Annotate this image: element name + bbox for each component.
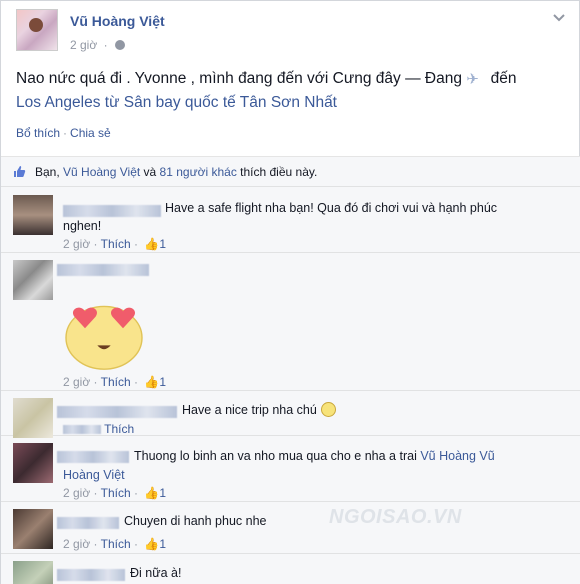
comment-text: Have a safe flight nha bạn! Qua đó đi ch… xyxy=(165,201,498,215)
commenter-avatar[interactable] xyxy=(13,398,53,438)
other-likers-link[interactable]: 81 người khác xyxy=(160,165,237,179)
thumbs-up-icon: 👍 xyxy=(144,486,160,500)
commenter-name-blurred[interactable] xyxy=(57,264,149,276)
comment-item: Đi nữa à! xyxy=(1,555,580,584)
comment-item: Chuyen di hanh phuc nhe 2 giờ · Thích · … xyxy=(1,503,580,554)
comment-item: Have a safe flight nha bạn! Qua đó đi ch… xyxy=(1,187,580,253)
comment-time[interactable]: 2 giờ xyxy=(63,486,90,500)
comment-like-link[interactable]: Thích xyxy=(101,375,131,389)
thumbs-up-icon xyxy=(13,165,27,179)
like-action-link[interactable]: Bổ thích xyxy=(16,126,60,140)
comment-item: Thuong lo binh an va nho mua qua cho e n… xyxy=(1,437,580,502)
comment-meta: 2 giờ · Thích · 👍1 xyxy=(63,237,166,251)
comment-text: Chuyen di hanh phuc nhe xyxy=(124,514,267,528)
commenter-avatar[interactable] xyxy=(13,260,53,300)
comment-item: Have a nice trip nha chú Thích xyxy=(1,392,580,438)
comment-like-count[interactable]: 1 xyxy=(159,237,166,251)
commenter-name-blurred[interactable] xyxy=(57,451,129,463)
commenter-name-blurred[interactable] xyxy=(57,406,177,418)
comment-meta: Thích xyxy=(63,422,134,436)
globe-icon[interactable] xyxy=(114,40,125,50)
author-avatar[interactable] xyxy=(16,9,58,51)
comment-like-link[interactable]: Thích xyxy=(101,486,131,500)
heart-eyes-emoji xyxy=(65,305,143,370)
location-link[interactable]: Los Angeles từ Sân bay quốc tế Tân Sơn N… xyxy=(16,94,337,111)
post-time[interactable]: 2 giờ xyxy=(70,38,97,52)
comment-time-blurred xyxy=(63,425,101,434)
comment-like-link[interactable]: Thích xyxy=(101,237,131,251)
comment-text: Have a nice trip nha chú xyxy=(182,400,336,420)
comment-text-continued: nghen! xyxy=(63,219,102,233)
post-header: Vũ Hoàng Việt 2 giờ · xyxy=(16,9,566,57)
post-actions: Bổ thích · Chia sẻ xyxy=(16,126,111,140)
comment-like-link[interactable]: Thích xyxy=(104,422,134,436)
commenter-avatar[interactable] xyxy=(13,509,53,549)
comment-like-count[interactable]: 1 xyxy=(159,537,166,551)
commenter-avatar[interactable] xyxy=(13,443,53,483)
share-action-link[interactable]: Chia sẻ xyxy=(70,126,111,140)
post-meta: 2 giờ · xyxy=(70,38,125,52)
commenter-avatar[interactable] xyxy=(13,195,53,235)
comment-meta: 2 giờ · Thích · 👍1 xyxy=(63,537,166,551)
post-status-text: Nao nức quá đi . Yvonne , mình đang đến … xyxy=(16,70,517,111)
airplane-icon: ✈ xyxy=(466,71,479,88)
comment-meta: 2 giờ · Thích · 👍1 xyxy=(63,375,166,389)
watermark: NGOISAO.VN xyxy=(329,506,462,528)
commenter-name-blurred[interactable] xyxy=(57,517,119,529)
liker-name-link[interactable]: Vũ Hoàng Việt xyxy=(63,165,140,179)
thumbs-up-icon: 👍 xyxy=(144,537,160,551)
comment-meta: 2 giờ · Thích · 👍1 xyxy=(63,486,166,500)
thumbs-up-icon: 👍 xyxy=(144,237,160,251)
likes-text: Bạn, Vũ Hoàng Việt và 81 người khác thíc… xyxy=(35,165,318,179)
comment-text: Đi nữa à! xyxy=(130,566,182,580)
comment-time[interactable]: 2 giờ xyxy=(63,537,90,551)
likes-summary: Bạn, Vũ Hoàng Việt và 81 người khác thíc… xyxy=(1,156,580,187)
commenter-name-blurred[interactable] xyxy=(57,569,125,581)
smiley-icon xyxy=(320,402,336,417)
comment-time[interactable]: 2 giờ xyxy=(63,237,90,251)
commenter-avatar[interactable] xyxy=(13,561,53,584)
comments-section: Have a safe flight nha bạn! Qua đó đi ch… xyxy=(1,187,580,584)
comment-like-count[interactable]: 1 xyxy=(159,375,166,389)
comment-like-count[interactable]: 1 xyxy=(159,486,166,500)
comment-text: Thuong lo binh an va nho mua qua cho e n… xyxy=(134,449,495,463)
mention-link-continued[interactable]: Hoàng Việt xyxy=(63,465,125,485)
comment-like-link[interactable]: Thích xyxy=(101,537,131,551)
mention-link[interactable]: Vũ Hoàng xyxy=(420,449,476,463)
chevron-down-icon[interactable] xyxy=(552,13,566,25)
author-name[interactable]: Vũ Hoàng Việt xyxy=(70,13,165,29)
facebook-post: Vũ Hoàng Việt 2 giờ · Nao nức quá đi . Y… xyxy=(0,0,580,584)
thumbs-up-icon: 👍 xyxy=(144,375,160,389)
comment-time[interactable]: 2 giờ xyxy=(63,375,90,389)
comment-item: 2 giờ · Thích · 👍1 xyxy=(1,254,580,391)
